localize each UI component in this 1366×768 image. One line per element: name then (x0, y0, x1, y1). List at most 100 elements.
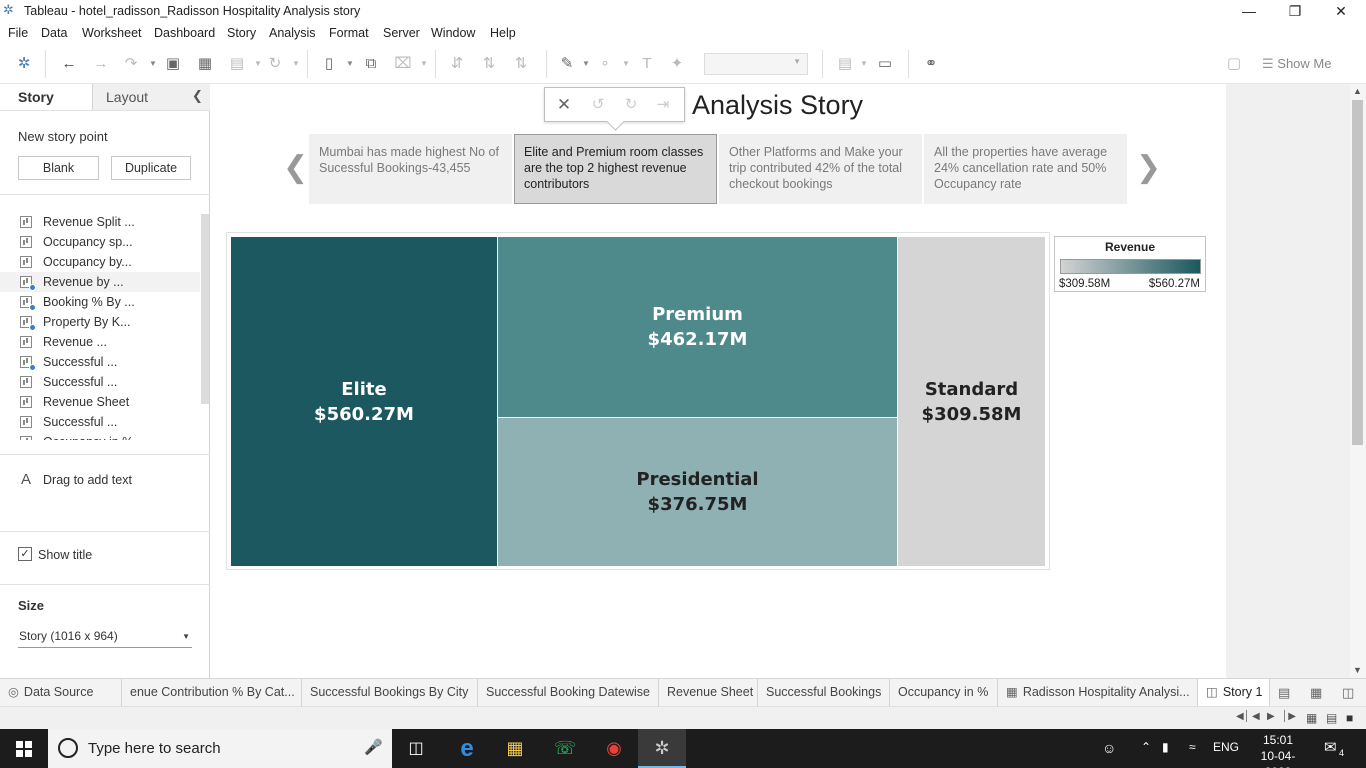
show-cards-icon[interactable]: ▤ (834, 53, 856, 75)
blank-button[interactable]: Blank (18, 156, 99, 180)
filmstrip-icon[interactable]: ▤ (1326, 711, 1337, 725)
highlight-icon[interactable]: ✎ (556, 53, 578, 75)
replace-data-icon[interactable]: ↷ (120, 53, 142, 75)
tabs-view-icon[interactable]: ■ (1346, 711, 1353, 725)
refresh-icon[interactable]: ↻ (264, 53, 286, 75)
tab-story[interactable]: Story (0, 84, 92, 110)
task-view-icon[interactable]: ◫ (392, 729, 440, 768)
new-story-icon[interactable]: ◫ (1342, 685, 1354, 701)
format-painter-icon[interactable]: ▢ (1223, 53, 1245, 75)
sheet-tab[interactable]: ◎ Data Source (0, 679, 122, 707)
chrome-icon[interactable]: ◉ (590, 729, 638, 768)
color-legend[interactable]: Revenue $309.58M $560.27M (1054, 236, 1206, 292)
sheet-list-scrollbar[interactable] (201, 214, 209, 404)
previous-point-arrow-icon[interactable]: ❮ (283, 150, 308, 186)
collapse-panel-icon[interactable]: ❮ (192, 88, 203, 104)
sheet-tab[interactable]: ◫ Story 1 (1198, 679, 1270, 707)
sheet-list-item[interactable]: Successful ... (0, 412, 200, 432)
sheet-list-item[interactable]: Revenue Sheet (0, 392, 200, 412)
fit-dropdown[interactable]: ▼ (704, 53, 808, 75)
treemap-cell-elite[interactable]: Elite $560.27M (231, 237, 497, 566)
story-point-1[interactable]: Mumbai has made highest No of Sucessful … (309, 134, 512, 204)
notifications-icon[interactable]: ✉ (1324, 738, 1337, 756)
swap-axes-icon[interactable]: ⇵ (446, 53, 468, 75)
sheet-tab[interactable]: enue Contribution % By Cat... (122, 679, 302, 707)
menu-worksheet[interactable]: Worksheet (82, 26, 142, 40)
file-explorer-icon[interactable]: ▦ (491, 729, 539, 768)
menu-server[interactable]: Server (383, 26, 420, 40)
revert-icon[interactable]: ↺ (587, 94, 609, 116)
treemap-cell-premium[interactable]: Premium $462.17M (498, 237, 897, 417)
tableau-home-icon[interactable]: ✲ (13, 53, 35, 75)
restore-button[interactable]: ❐ (1272, 0, 1318, 22)
pause-updates-icon[interactable]: ▤ (226, 53, 248, 75)
menu-window[interactable]: Window (431, 26, 475, 40)
scroll-up-icon[interactable]: ▲ (1353, 86, 1362, 96)
sheet-list-item[interactable]: Booking % By ... (0, 292, 200, 312)
sheet-list-item[interactable]: Occupancy by... (0, 252, 200, 272)
treemap-cell-presidential[interactable]: Presidential $376.75M (498, 418, 897, 566)
scroll-down-icon[interactable]: ▼ (1353, 665, 1362, 675)
show-hidden-icons-icon[interactable]: ⌃ (1141, 740, 1151, 754)
menu-help[interactable]: Help (490, 26, 516, 40)
presentation-mode-icon[interactable]: ▭ (874, 53, 896, 75)
redo-icon[interactable]: → (90, 53, 112, 75)
save-as-new-icon[interactable]: ⇥ (652, 94, 674, 116)
people-icon[interactable]: ☺ (1102, 740, 1116, 756)
prev-sheet-icon[interactable]: ◀ (1252, 711, 1260, 722)
last-sheet-icon[interactable]: │▶ (1282, 711, 1296, 722)
language-indicator[interactable]: ENG (1213, 740, 1239, 754)
clock[interactable]: 15:01 10-04-2023 (1252, 732, 1304, 768)
sheet-list-item[interactable]: Successful ... (0, 372, 200, 392)
sort-descending-icon[interactable]: ⇅ (510, 53, 532, 75)
minimize-button[interactable]: — (1226, 0, 1272, 22)
next-point-arrow-icon[interactable]: ❯ (1136, 150, 1161, 186)
update-icon[interactable]: ↻ (620, 94, 642, 116)
attach-icon[interactable]: ∘ (594, 53, 616, 75)
size-dropdown[interactable]: Story (1016 x 964) ▼ (18, 628, 192, 648)
new-data-source-icon[interactable]: ▦ (194, 53, 216, 75)
story-point-4[interactable]: All the properties have average 24% canc… (924, 134, 1127, 204)
sheet-tab[interactable]: ▦ Radisson Hospitality Analysi... (998, 679, 1198, 707)
sort-ascending-icon[interactable]: ⇅ (478, 53, 500, 75)
sheet-tab[interactable]: Occupancy in % (890, 679, 998, 707)
sheet-tab[interactable]: Revenue Sheet (659, 679, 758, 707)
pin-icon[interactable]: ✦ (666, 53, 688, 75)
sheet-sorter-icon[interactable]: ▦ (1306, 711, 1317, 725)
next-sheet-icon[interactable]: ▶ (1267, 711, 1275, 722)
sheet-list-item[interactable]: Occupancy sp... (0, 232, 200, 252)
menu-dashboard[interactable]: Dashboard (154, 26, 215, 40)
clear-sheet-icon[interactable]: ⌧ (392, 53, 414, 75)
menu-analysis[interactable]: Analysis (269, 26, 316, 40)
delete-story-point-icon[interactable]: ✕ (553, 94, 575, 116)
save-icon[interactable]: ▣ (162, 53, 184, 75)
story-point-3[interactable]: Other Platforms and Make your trip contr… (719, 134, 922, 204)
show-title-checkbox[interactable]: ✓ (18, 547, 32, 561)
whatsapp-icon[interactable]: ☏ (541, 729, 589, 768)
battery-icon[interactable]: ▮ (1162, 740, 1169, 754)
share-icon[interactable]: ⚭ (920, 53, 942, 75)
start-button[interactable] (0, 729, 48, 768)
sheet-list-item[interactable]: Revenue Split ... (0, 212, 200, 232)
microphone-icon[interactable]: 🎤 (364, 738, 383, 756)
sheet-list-item[interactable]: Occupancy in % (0, 432, 200, 440)
sheet-tab[interactable]: Successful Bookings (758, 679, 890, 707)
sheet-tab[interactable]: Successful Booking Datewise (478, 679, 659, 707)
story-title[interactable]: Analysis Story (692, 90, 863, 121)
new-dashboard-icon[interactable]: ▦ (1310, 685, 1322, 701)
sheet-list-item[interactable]: Property By K... (0, 312, 200, 332)
first-sheet-icon[interactable]: ◀│ (1236, 711, 1250, 722)
drag-to-add-text[interactable]: Drag to add text (43, 473, 132, 487)
menu-format[interactable]: Format (329, 26, 369, 40)
menu-file[interactable]: File (8, 26, 28, 40)
duplicate-sheet-icon[interactable]: ⧉ (360, 53, 382, 75)
tableau-taskbar-icon[interactable]: ✲ (638, 729, 686, 768)
duplicate-button[interactable]: Duplicate (111, 156, 191, 180)
sheet-tab[interactable]: Successful Bookings By City (302, 679, 478, 707)
vertical-scrollbar[interactable]: ▲ ▼ (1350, 84, 1366, 678)
sheet-list-item[interactable]: Successful ... (0, 352, 200, 372)
menu-story[interactable]: Story (227, 26, 256, 40)
show-me-button[interactable]: ☰ Show Me (1262, 53, 1331, 75)
close-window-button[interactable]: ✕ (1318, 0, 1364, 22)
text-label-icon[interactable]: T (636, 53, 658, 75)
